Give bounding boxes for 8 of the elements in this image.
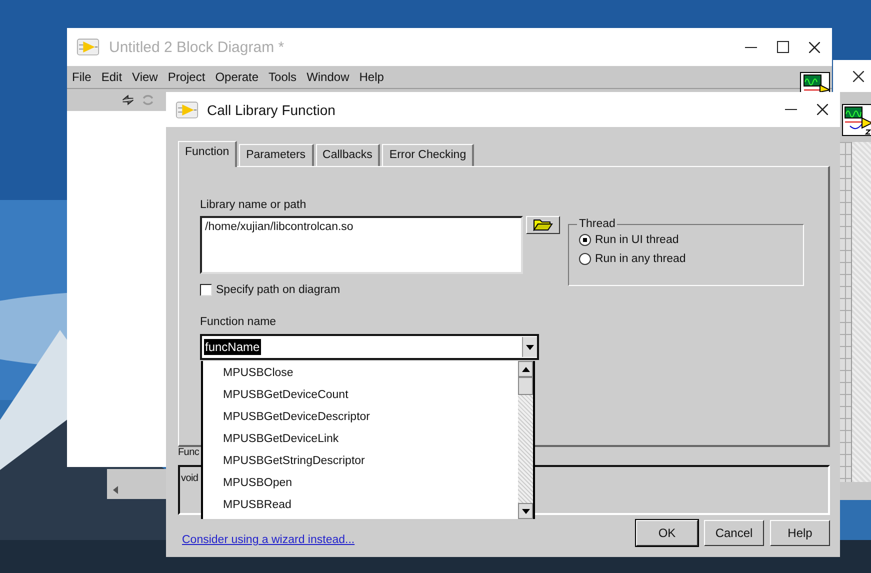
radio-label: Run in UI thread [595,234,679,246]
group-title: Thread [578,218,616,230]
dialog-title: Call Library Function [207,102,336,118]
window-title: Untitled 2 Block Diagram * [109,38,284,56]
field-label: Function name [200,316,278,328]
checkbox-label: Specify path on diagram [216,284,340,296]
field-label: Library name or path [200,199,308,211]
radio-label: Run in any thread [595,253,686,265]
